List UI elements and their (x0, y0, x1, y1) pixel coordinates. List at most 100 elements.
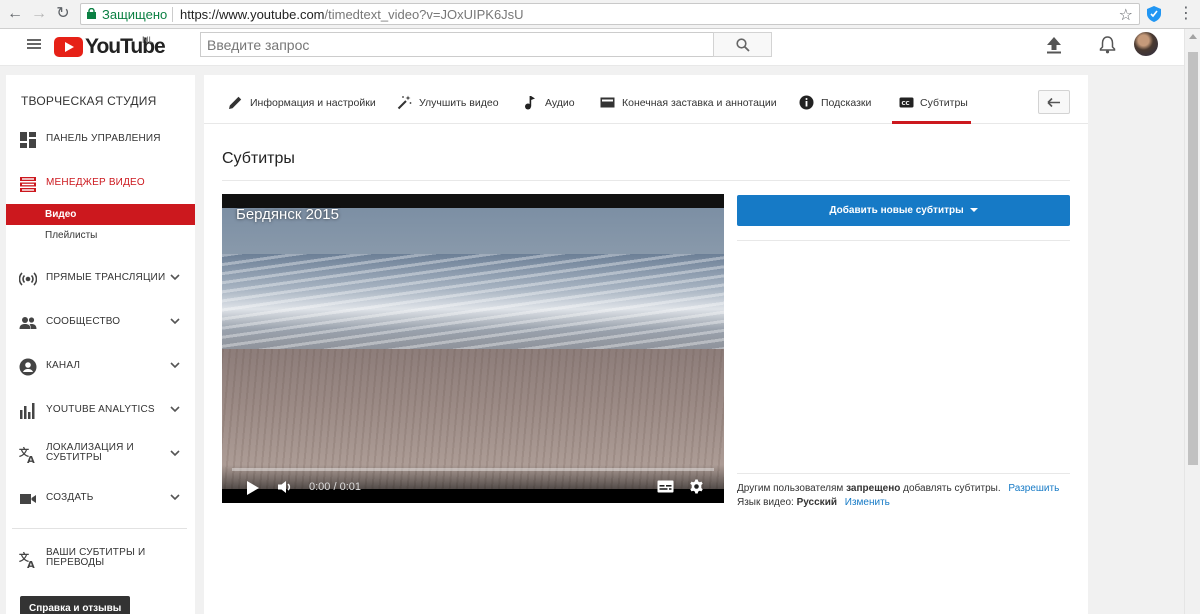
sidebar-item-create[interactable]: СОЗДАТЬ (6, 483, 195, 513)
bookmark-star-icon[interactable]: ☆ (1119, 5, 1133, 25)
sidebar-item-localization[interactable]: 文A ЛОКАЛИЗАЦИЯ И СУБТИТРЫ (6, 439, 195, 469)
settings-gear-icon[interactable] (689, 479, 704, 494)
video-manager-icon (20, 177, 36, 192)
info-prefix: Другим пользователям (737, 483, 844, 494)
chevron-down-icon[interactable] (170, 493, 180, 501)
language-value: Русский (796, 497, 837, 508)
sidebar-item-label: СОЗДАТЬ (46, 492, 94, 503)
subtitles-footer-divider (737, 473, 1070, 474)
return-arrow-icon (1047, 97, 1060, 108)
end-screen-icon (600, 97, 615, 108)
subtitles-toggle-icon[interactable] (657, 480, 674, 493)
sidebar-item-analytics[interactable]: YOUTUBE ANALYTICS (6, 395, 195, 425)
tab-label: Улучшить видео (419, 97, 499, 109)
add-new-subtitles-button[interactable]: Добавить новые субтитры (737, 195, 1070, 226)
tab-cards[interactable]: Подсказки (799, 75, 871, 124)
sidebar-item-channel[interactable]: КАНАЛ (6, 351, 195, 381)
scroll-up-arrow-icon[interactable] (1189, 34, 1197, 39)
community-icon (19, 317, 37, 329)
youtube-header: YouTube NL (0, 29, 1184, 66)
browser-menu-icon[interactable]: ⋮ (1178, 5, 1194, 23)
url-path: /timedtext_video?v=JOxUIPK6JsU (324, 7, 524, 22)
notifications-bell-icon[interactable] (1099, 35, 1116, 54)
tab-info-settings[interactable]: Информация и настройки (228, 75, 376, 124)
account-avatar[interactable] (1134, 32, 1158, 56)
volume-icon[interactable] (278, 480, 293, 494)
svg-text:A: A (27, 560, 35, 569)
sidebar-subitem-label: Плейлисты (45, 230, 98, 241)
title-divider (222, 180, 1070, 181)
change-language-link[interactable]: Изменить (845, 497, 890, 508)
allow-contributions-link[interactable]: Разрешить (1008, 483, 1059, 494)
page-scrollbar[interactable] (1184, 29, 1200, 614)
chevron-down-icon[interactable] (170, 273, 180, 281)
studio-title: ТВОРЧЕСКАЯ СТУДИЯ (21, 94, 157, 108)
return-button[interactable] (1038, 90, 1070, 114)
tab-subtitles[interactable]: CC Субтитры (892, 75, 971, 124)
channel-account-icon (19, 358, 37, 376)
youtube-logo[interactable]: YouTube NL (54, 34, 166, 60)
info-icon (799, 95, 814, 110)
search-input[interactable] (201, 33, 713, 56)
translate-icon: 文A (19, 551, 35, 569)
video-frame-sea (222, 254, 724, 354)
video-time: 0:00 / 0:01 (309, 481, 361, 493)
back-arrow-icon[interactable]: ← (6, 5, 24, 23)
url-text: https://www.youtube.com/timedtext_video?… (180, 7, 524, 22)
sidebar-item-label: ЛОКАЛИЗАЦИЯ И СУБТИТРЫ (46, 443, 134, 463)
play-icon[interactable] (247, 481, 259, 495)
editor-tabs: Информация и настройки Улучшить видео Ау… (204, 75, 1088, 124)
chevron-down-icon[interactable] (170, 317, 180, 325)
sidebar-subitem-videos[interactable]: Видео (6, 204, 195, 225)
svg-text:A: A (27, 455, 35, 464)
dropdown-caret-icon (969, 208, 978, 213)
forward-arrow-icon[interactable]: → (30, 5, 48, 23)
reload-icon[interactable]: ↻ (54, 5, 72, 23)
sidebar-subitem-playlists[interactable]: Плейлисты (6, 225, 195, 246)
language-label: Язык видео: (737, 497, 794, 508)
extension-shield-icon[interactable] (1147, 6, 1161, 22)
sidebar-item-label: КАНАЛ (46, 360, 81, 371)
video-language-info: Язык видео: Русский Изменить (737, 497, 890, 508)
chevron-down-icon[interactable] (170, 405, 180, 413)
scrollbar-thumb[interactable] (1188, 52, 1198, 465)
closed-captions-icon: CC (899, 97, 914, 108)
video-player[interactable]: Бердянск 2015 0:00 / 0:01 (222, 194, 724, 503)
tab-enhancements[interactable]: Улучшить видео (397, 75, 501, 124)
sidebar-item-live[interactable]: ПРЯМЫЕ ТРАНСЛЯЦИИ (6, 263, 195, 293)
search-box (200, 32, 714, 57)
address-separator (172, 7, 173, 22)
youtube-play-logo-icon (54, 37, 83, 57)
page-title: Субтитры (222, 150, 295, 167)
sidebar-item-dashboard[interactable]: ПАНЕЛЬ УПРАВЛЕНИЯ (6, 124, 195, 154)
sidebar-item-your-subtitles[interactable]: 文A ВАШИ СУБТИТРЫ И ПЕРЕВОДЫ (6, 544, 195, 574)
community-contributions-info: Другим пользователям запрещено добавлять… (737, 483, 1059, 494)
dashboard-icon (20, 132, 36, 148)
chevron-down-icon[interactable] (170, 361, 180, 369)
tab-end-screen-annotations[interactable]: Конечная заставка и аннотации (600, 75, 777, 124)
chevron-down-icon[interactable] (170, 449, 180, 457)
tab-label: Конечная заставка и аннотации (622, 97, 777, 109)
region-code: NL (142, 35, 154, 45)
url-host: https://www.youtube.com (180, 7, 325, 22)
translate-icon: 文A (19, 446, 35, 464)
sidebar-item-video-manager[interactable]: МЕНЕДЖЕР ВИДЕО (6, 168, 195, 198)
browser-toolbar: ← → ↻ Защищено https://www.youtube.com/t… (0, 0, 1200, 29)
tab-label: Подсказки (821, 97, 872, 109)
video-title: Бердянск 2015 (236, 206, 339, 223)
upload-icon[interactable] (1046, 36, 1062, 54)
tab-audio[interactable]: Аудио (523, 75, 575, 124)
info-status: запрещено (846, 483, 901, 494)
search-icon (736, 38, 750, 52)
sidebar-subitem-label: Видео (45, 209, 77, 220)
sidebar-item-label-line2: ПЕРЕВОДЫ (46, 557, 105, 568)
video-progress-bar[interactable] (232, 468, 714, 471)
tab-label: Аудио (545, 97, 575, 109)
search-button[interactable] (713, 32, 772, 57)
sidebar-item-community[interactable]: СООБЩЕСТВО (6, 307, 195, 337)
magic-wand-icon (397, 95, 412, 110)
guide-menu-icon[interactable] (27, 39, 41, 49)
info-suffix: добавлять субтитры. (903, 483, 1001, 494)
address-bar[interactable]: Защищено https://www.youtube.com/timedte… (80, 3, 1140, 25)
help-feedback-button[interactable]: Справка и отзывы (20, 596, 131, 614)
